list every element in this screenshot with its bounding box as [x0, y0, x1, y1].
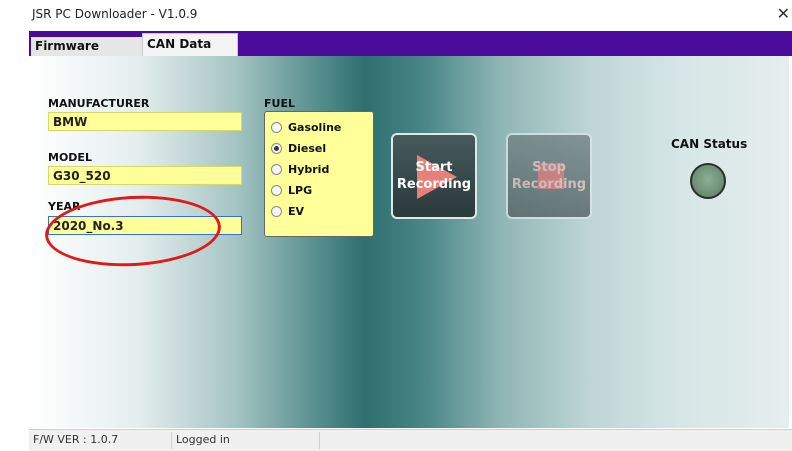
fw-version: F/W VER : 1.0.7: [33, 433, 119, 446]
fuel-option-lpg[interactable]: LPG: [271, 181, 312, 199]
model-input[interactable]: [48, 166, 242, 185]
app-window: JSR PC Downloader - V1.0.9 ✕ Firmware _S…: [29, 0, 792, 451]
year-label: YEAR: [48, 200, 81, 213]
stop-label-line1: Stop: [532, 160, 566, 175]
start-recording-label: Start Recording: [393, 159, 475, 193]
tab-firmware-sound[interactable]: Firmware _Sound: [31, 37, 142, 72]
start-label-line1: Start: [415, 160, 453, 175]
status-divider: [319, 432, 320, 449]
fuel-option-hybrid[interactable]: Hybrid: [271, 160, 329, 178]
fuel-option-gasoline[interactable]: Gasoline: [271, 118, 341, 136]
stop-label-line2: Recording: [511, 177, 587, 192]
window-title: JSR PC Downloader - V1.0.9: [32, 7, 198, 21]
fuel-radio-group: Gasoline Diesel Hybrid LPG EV: [264, 111, 374, 237]
stop-recording-label: Stop Recording: [508, 159, 590, 193]
fuel-option-ev[interactable]: EV: [271, 202, 304, 220]
can-status-label: CAN Status: [671, 137, 748, 151]
radio-button[interactable]: [271, 163, 282, 175]
fuel-option-label: Gasoline: [288, 120, 342, 134]
can-status-indicator-icon: [690, 163, 726, 199]
fuel-option-label: Hybrid: [288, 162, 330, 176]
close-icon[interactable]: ✕: [777, 4, 790, 23]
radio-button-checked[interactable]: [271, 142, 282, 154]
fuel-label: FUEL: [264, 97, 295, 110]
start-recording-button[interactable]: Start Recording: [391, 133, 477, 219]
year-input[interactable]: [48, 216, 242, 235]
fuel-option-label: EV: [288, 204, 305, 218]
radio-button[interactable]: [271, 205, 282, 217]
title-bar: JSR PC Downloader - V1.0.9 ✕: [29, 0, 792, 31]
status-bar: F/W VER : 1.0.7 Logged in: [29, 429, 792, 451]
manufacturer-input[interactable]: [48, 112, 242, 131]
tab-can-data-log[interactable]: CAN Data Log: [142, 33, 238, 72]
manufacturer-label: MANUFACTURER: [48, 97, 150, 110]
tab-strip: Firmware _Sound CAN Data Log: [29, 31, 792, 72]
model-label: MODEL: [48, 151, 92, 164]
fuel-option-label: LPG: [288, 183, 313, 197]
login-status: Logged in: [176, 433, 230, 446]
fuel-option-label: Diesel: [288, 141, 327, 155]
radio-button[interactable]: [271, 184, 282, 196]
can-data-log-panel: MANUFACTURER MODEL YEAR FUEL Gasoline Di…: [31, 56, 789, 428]
stop-recording-button[interactable]: Stop Recording: [506, 133, 592, 219]
radio-button[interactable]: [271, 121, 282, 133]
start-label-line2: Recording: [396, 177, 472, 192]
fuel-option-diesel[interactable]: Diesel: [271, 139, 326, 157]
